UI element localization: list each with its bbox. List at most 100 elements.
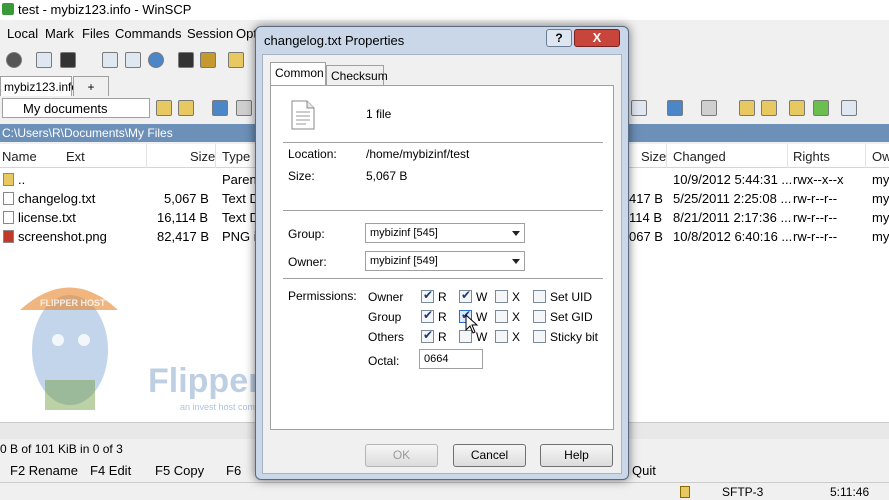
parent-directory-icon[interactable] (739, 100, 755, 116)
col-size[interactable]: Size (190, 149, 215, 164)
properties-dialog: changelog.txt Properties ? X Common Chec… (255, 26, 629, 480)
status-bar: SFTP-3 5:11:46 (0, 482, 889, 500)
open-folder-icon[interactable] (156, 100, 172, 116)
group-label: Group: (288, 227, 325, 241)
col-name[interactable]: Name (2, 149, 37, 164)
f6-move-button[interactable]: F6 (226, 463, 241, 478)
terminal-icon[interactable] (178, 52, 194, 68)
common-panel: 1 file Location: /home/mybizinf/test Siz… (270, 85, 614, 430)
tree-icon[interactable] (841, 100, 857, 116)
list-item[interactable]: changelog.txt 5,067 B Text D (0, 189, 259, 208)
help-button[interactable]: Help (540, 444, 613, 467)
local-path-bar[interactable]: C:\Users\R\Documents\My Files (0, 124, 255, 142)
tab-session[interactable]: mybiz123.info (0, 76, 78, 96)
console-icon[interactable] (60, 52, 76, 68)
local-column-header: Name Ext Size Type (0, 144, 255, 168)
others-execute-checkbox[interactable] (495, 330, 508, 343)
chevron-down-icon (512, 259, 520, 264)
svg-text:FLIPPER HOST: FLIPPER HOST (40, 298, 106, 308)
filter-icon[interactable] (631, 100, 647, 116)
mouse-cursor-icon (465, 314, 479, 334)
synchronize-icon[interactable] (148, 52, 164, 68)
col-remote-size[interactable]: Size (641, 149, 666, 164)
group-read-checkbox[interactable] (421, 308, 434, 323)
divider (283, 278, 603, 280)
list-item[interactable]: license.txt 16,114 B Text D (0, 208, 259, 227)
menu-commands[interactable]: Commands (115, 26, 181, 41)
col-type[interactable]: Type (222, 149, 250, 164)
owner-read-checkbox[interactable] (421, 288, 434, 303)
location-label: Location: (288, 147, 337, 161)
size-label: Size: (288, 169, 315, 183)
group-execute-checkbox[interactable] (495, 310, 508, 323)
remote-column-header: Size Changed Rights Ow (629, 144, 889, 168)
ok-button[interactable]: OK (365, 444, 438, 467)
others-read-checkbox[interactable] (421, 328, 434, 343)
octal-input[interactable]: 0664 (419, 349, 483, 369)
tab-new-session[interactable]: + (73, 76, 109, 96)
refresh-icon[interactable] (813, 100, 829, 116)
menu-options[interactable]: Opt (236, 26, 257, 41)
title-bar: test - mybiz123.info - WinSCP (0, 0, 889, 20)
local-path-toolbar: My documents (0, 97, 255, 121)
cancel-button[interactable]: Cancel (453, 444, 526, 467)
table-row[interactable]: 067 B 10/8/2012 6:40:16 ... rw-r--r-- my (629, 227, 889, 246)
table-row[interactable]: 114 B 8/21/2011 2:17:36 ... rw-r--r-- my (629, 208, 889, 227)
group-select-value: mybizinf [545] (370, 227, 438, 239)
col-changed[interactable]: Changed (673, 149, 726, 164)
bookmark-folder-icon[interactable] (228, 52, 244, 68)
tab-common[interactable]: Common (270, 62, 326, 86)
forward-arrow-icon[interactable] (236, 100, 252, 116)
home-icon[interactable] (789, 100, 805, 116)
file-count: 1 file (366, 107, 392, 121)
local-horizontal-scrollbar[interactable] (0, 422, 255, 439)
parent-folder-icon (3, 173, 14, 186)
menu-session[interactable]: Session (187, 26, 233, 41)
queue-icon[interactable] (200, 52, 216, 68)
permissions-label: Permissions: (288, 289, 357, 303)
sync-browse-icon[interactable] (102, 52, 118, 68)
text-file-icon (3, 192, 14, 205)
remote-file-list: 10/9/2012 5:44:31 ... rwx--x--x my 417 B… (629, 168, 889, 422)
back-arrow-icon[interactable] (212, 100, 228, 116)
remote-back-arrow-icon[interactable] (667, 100, 683, 116)
f4-edit-button[interactable]: F4 Edit (90, 463, 131, 478)
quit-button[interactable]: Quit (632, 463, 656, 478)
list-item[interactable]: .. Parent (0, 170, 260, 189)
col-owner[interactable]: Ow (872, 149, 889, 164)
perm-row-group-label: Group (368, 310, 402, 324)
filter-folder-icon[interactable] (178, 100, 194, 116)
owner-write-checkbox[interactable] (459, 288, 472, 303)
table-row[interactable]: 417 B 5/25/2011 2:25:08 ... rw-r--r-- my (629, 189, 889, 208)
protocol-label: SFTP-3 (722, 485, 764, 499)
set-uid-checkbox[interactable] (533, 290, 546, 303)
remote-forward-arrow-icon[interactable] (701, 100, 717, 116)
local-location-select[interactable]: My documents (2, 98, 150, 118)
f2-rename-button[interactable]: F2 Rename (10, 463, 78, 478)
owner-select[interactable]: mybizinf [549] (365, 251, 525, 271)
menu-local[interactable]: Local (7, 26, 38, 41)
location-value: /home/mybizinf/test (366, 147, 470, 161)
dialog-close-button[interactable]: X (574, 29, 620, 47)
winscp-app-icon (2, 3, 14, 15)
root-directory-icon[interactable] (761, 100, 777, 116)
remote-path-bar[interactable] (629, 124, 889, 142)
list-item[interactable]: screenshot.png 82,417 B PNG in (0, 227, 264, 246)
menu-files[interactable]: Files (82, 26, 109, 41)
owner-execute-checkbox[interactable] (495, 290, 508, 303)
tab-checksum[interactable]: Checksum (326, 65, 388, 85)
f5-copy-button[interactable]: F5 Copy (155, 463, 204, 478)
gear-icon[interactable] (6, 52, 22, 68)
menu-mark[interactable]: Mark (45, 26, 74, 41)
col-rights[interactable]: Rights (793, 149, 830, 164)
open-directory-icon[interactable] (36, 52, 52, 68)
compare-directories-icon[interactable] (125, 52, 141, 68)
perm-row-owner-label: Owner (368, 290, 404, 304)
group-select[interactable]: mybizinf [545] (365, 223, 525, 243)
sticky-bit-checkbox[interactable] (533, 330, 546, 343)
table-row[interactable]: 10/9/2012 5:44:31 ... rwx--x--x my (629, 170, 889, 189)
remote-horizontal-scrollbar[interactable] (629, 422, 889, 439)
set-gid-checkbox[interactable] (533, 310, 546, 323)
dialog-help-button[interactable]: ? (546, 29, 572, 47)
col-ext[interactable]: Ext (66, 149, 85, 164)
